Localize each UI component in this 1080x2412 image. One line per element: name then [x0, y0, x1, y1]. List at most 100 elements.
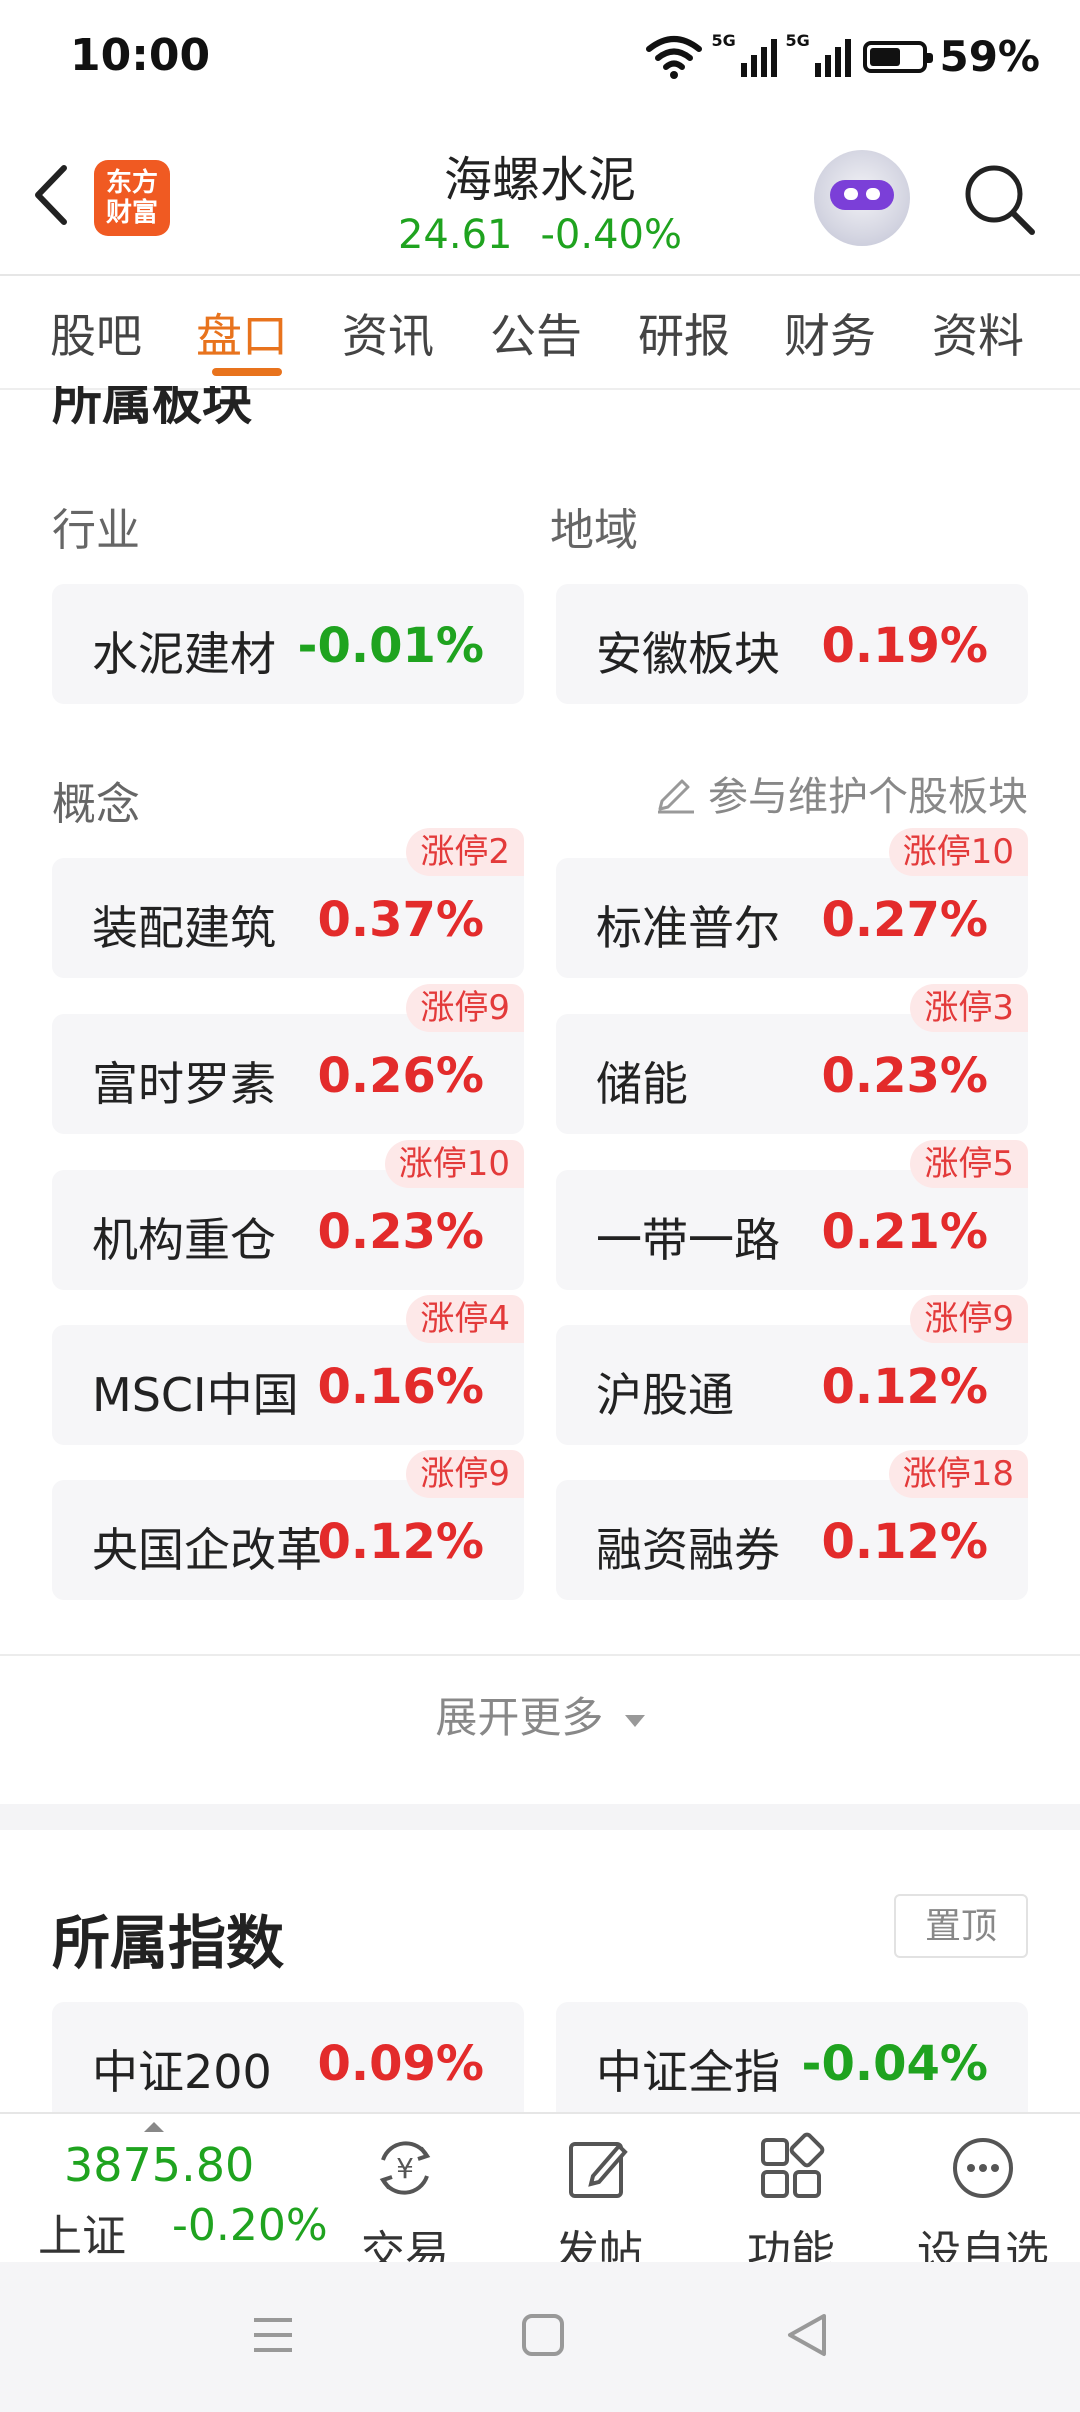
- concept-card[interactable]: 涨停10 机构重仓 0.23%: [52, 1140, 524, 1290]
- sector-change: 0.19%: [821, 618, 988, 674]
- maintain-link-text: 参与维护个股板块: [708, 774, 1028, 820]
- limit-up-badge: 涨停9: [406, 984, 524, 1032]
- system-navigation-bar: [0, 2262, 1080, 2412]
- index-name: 中证200: [92, 2045, 272, 2099]
- cell-signal-icon: 5G: [785, 31, 852, 77]
- tab-research[interactable]: 研报: [638, 300, 730, 366]
- back-triangle-icon[interactable]: [784, 2310, 830, 2360]
- concept-card[interactable]: 涨停9 富时罗素 0.26%: [52, 984, 524, 1134]
- active-tab-indicator: [212, 368, 282, 376]
- concept-change: 0.12%: [821, 1514, 988, 1570]
- concept-name: 装配建筑: [92, 901, 276, 955]
- tab-finance[interactable]: 财务: [784, 300, 876, 366]
- index-card[interactable]: 中证200 0.09%: [52, 2002, 524, 2112]
- pin-to-top-button[interactable]: 置顶: [894, 1894, 1028, 1958]
- stock-price: 24.61: [397, 212, 513, 258]
- concept-change: 0.12%: [821, 1359, 988, 1415]
- limit-up-badge: 涨停3: [910, 984, 1028, 1032]
- market-index-change[interactable]: -0.20%: [172, 2200, 328, 2251]
- concept-card[interactable]: 涨停3 储能 0.23%: [556, 984, 1028, 1134]
- section-title-indexes: 所属指数: [52, 1909, 285, 1977]
- concept-name: 富时罗素: [92, 1057, 276, 1111]
- search-icon[interactable]: [960, 160, 1040, 240]
- app-header: 东方 财富 海螺水泥 24.61 -0.40%: [0, 120, 1080, 276]
- status-icons: 5G 5G 59%: [645, 31, 1040, 81]
- nav-post[interactable]: 发帖: [524, 2132, 674, 2280]
- region-card[interactable]: 安徽板块 0.19%: [556, 584, 1028, 704]
- limit-up-badge: 涨停18: [888, 1450, 1028, 1498]
- industry-label: 行业: [52, 505, 140, 556]
- menu-icon[interactable]: [250, 2312, 296, 2358]
- nav-functions[interactable]: 功能: [716, 2132, 866, 2280]
- concept-change: 0.16%: [317, 1359, 484, 1415]
- concept-change: 0.23%: [317, 1204, 484, 1260]
- section-title-sectors: 所属板块: [52, 386, 252, 431]
- tab-profile[interactable]: 资料: [932, 300, 1024, 366]
- compose-icon: [569, 2142, 628, 2198]
- concept-change: 0.26%: [317, 1048, 484, 1104]
- concept-card[interactable]: 涨停2 装配建筑 0.37%: [52, 828, 524, 978]
- limit-up-badge: 涨停10: [888, 828, 1028, 876]
- sector-name: 水泥建材: [92, 627, 276, 681]
- caret-down-icon: [624, 1714, 645, 1727]
- robot-assistant-avatar[interactable]: [814, 150, 910, 246]
- stock-change: -0.40%: [540, 212, 683, 258]
- concept-change: 0.37%: [317, 892, 484, 948]
- nav-trade[interactable]: ¥ 交易: [330, 2132, 480, 2280]
- limit-up-badge: 涨停9: [910, 1295, 1028, 1343]
- limit-up-badge: 涨停10: [384, 1140, 524, 1188]
- svg-text:¥: ¥: [396, 2152, 414, 2185]
- concept-card[interactable]: 涨停5 一带一路 0.21%: [556, 1140, 1028, 1290]
- status-bar: 10:00 5G 5G 59%: [0, 0, 1080, 120]
- trade-yuan-icon: ¥: [379, 2141, 431, 2195]
- battery-percent: 59%: [939, 32, 1040, 81]
- grid-apps-icon: [761, 2132, 825, 2198]
- tab-bar: 股吧 盘口 资讯 公告 研报 财务 资料: [0, 276, 1080, 390]
- concept-change: 0.12%: [317, 1514, 484, 1570]
- concept-change: 0.27%: [821, 892, 988, 948]
- index-change: -0.04%: [801, 2036, 988, 2092]
- tab-announcements[interactable]: 公告: [490, 300, 582, 366]
- stock-name: 海螺水泥: [443, 152, 636, 208]
- concept-change: 0.23%: [821, 1048, 988, 1104]
- industry-card[interactable]: 水泥建材 -0.01%: [52, 584, 524, 704]
- expand-more-button[interactable]: 展开更多: [0, 1684, 1080, 1745]
- back-arrow-icon[interactable]: [24, 160, 84, 230]
- region-label: 地域: [550, 505, 638, 556]
- concept-name: 机构重仓: [92, 1213, 276, 1267]
- concept-name: 融资融券: [596, 1523, 780, 1577]
- network-type-label: 5G: [785, 30, 810, 50]
- sector-name: 安徽板块: [596, 627, 780, 681]
- concept-name: 储能: [596, 1057, 688, 1111]
- concept-card[interactable]: 涨停10 标准普尔 0.27%: [556, 828, 1028, 978]
- home-square-icon[interactable]: [520, 2312, 566, 2358]
- maintain-sectors-link[interactable]: 参与维护个股板块: [654, 764, 1028, 822]
- market-index-value[interactable]: 3875.80: [64, 2138, 254, 2192]
- app-logo[interactable]: 东方 财富: [94, 160, 170, 236]
- tab-news[interactable]: 资讯: [342, 300, 434, 366]
- cell-signal-icon: 5G: [711, 31, 778, 77]
- concept-card[interactable]: 涨停18 融资融券 0.12%: [556, 1450, 1028, 1600]
- concept-card[interactable]: 涨停9 央国企改革 0.12%: [52, 1450, 524, 1600]
- tab-guba[interactable]: 股吧: [50, 300, 142, 366]
- section-separator: [0, 1804, 1080, 1830]
- concept-name: 央国企改革: [92, 1523, 322, 1577]
- wifi-icon: [646, 35, 703, 79]
- tab-pankou[interactable]: 盘口: [196, 300, 288, 366]
- concept-name: 沪股通: [596, 1368, 734, 1422]
- index-change: 0.09%: [317, 2036, 484, 2092]
- index-card[interactable]: 中证全指 -0.04%: [556, 2002, 1028, 2112]
- expand-up-icon[interactable]: [144, 2122, 164, 2132]
- logo-text: 东方: [105, 168, 158, 198]
- nav-add-watchlist[interactable]: 设自选: [908, 2132, 1058, 2280]
- stock-quote: 24.61 -0.40%: [340, 212, 740, 258]
- concept-card[interactable]: 涨停4 MSCI中国 0.16%: [52, 1295, 524, 1445]
- divider: [0, 1654, 1080, 1656]
- expand-more-label: 展开更多: [435, 1693, 604, 1742]
- concept-card[interactable]: 涨停9 沪股通 0.12%: [556, 1295, 1028, 1445]
- edit-icon: [658, 779, 694, 814]
- battery-icon: [863, 40, 934, 73]
- market-index-name[interactable]: 上证: [38, 2200, 126, 2264]
- network-type-label: 5G: [711, 30, 736, 50]
- sector-change: -0.01%: [297, 618, 484, 674]
